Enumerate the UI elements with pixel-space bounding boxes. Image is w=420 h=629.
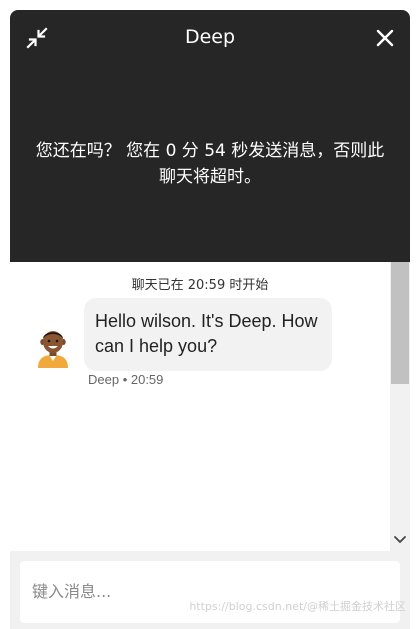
watermark: https://blog.csdn.net/@稀土掘金技术社区 [189, 600, 406, 613]
chat-header: Deep 您还在吗？ 您在 0 分 54 秒发送消息，否则此聊天将超时。 [10, 10, 410, 262]
message-list: 聊天已在 20:59 时开始 Hello wilson. It's Deep. … [10, 262, 390, 551]
chat-window: Deep 您还在吗？ 您在 0 分 54 秒发送消息，否则此聊天将超时。 聊天已… [10, 10, 410, 629]
chat-start-note: 聊天已在 20:59 时开始 [131, 278, 269, 293]
agent-avatar-icon [34, 326, 72, 368]
scrollbar-thumb[interactable] [391, 262, 409, 384]
close-icon [376, 29, 394, 47]
message-scrollbar[interactable] [390, 262, 410, 551]
agent-message-bubble: Hello wilson. It's Deep. How can I help … [84, 298, 332, 371]
chevron-down-icon[interactable] [393, 535, 407, 545]
message-meta: Deep • 20:59 [88, 372, 164, 387]
close-button[interactable] [374, 27, 396, 49]
chat-title: Deep [184, 26, 236, 48]
timeout-warning: 您还在吗？ 您在 0 分 54 秒发送消息，否则此聊天将超时。 [35, 141, 385, 187]
